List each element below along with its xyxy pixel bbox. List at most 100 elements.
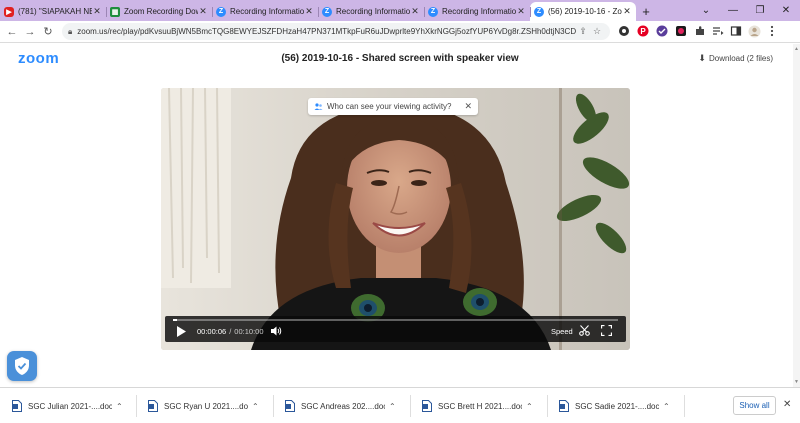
video-frame <box>161 88 630 350</box>
address-bar[interactable]: 🔒︎ zoom.us/rec/play/pdKvsuuBjWN5BmcTQG8E… <box>62 23 610 40</box>
divider <box>273 395 274 417</box>
download-filename: SGC Andreas 202....docx <box>301 401 385 411</box>
volume-icon[interactable] <box>271 326 282 336</box>
zoom-icon: Z <box>216 6 226 17</box>
progress-fill <box>173 319 178 321</box>
extension-icon[interactable] <box>674 24 688 38</box>
download-filename: SGC Julian 2021-....docx <box>28 401 112 411</box>
page-title: (56) 2019-10-16 - Shared screen with spe… <box>281 53 519 64</box>
people-icon <box>314 102 323 111</box>
time-display: 00:00:06 / 00:10:00 <box>197 327 264 336</box>
tab-label: (781) "SIAPAKAH NEN <box>18 7 92 16</box>
sidebar-icon[interactable] <box>729 24 743 38</box>
close-tab-icon[interactable]: ✕ <box>304 6 314 17</box>
share-icon[interactable]: ⇪ <box>576 26 590 37</box>
divider <box>547 395 548 417</box>
download-filename: SGC Ryan U 2021....docx <box>164 401 248 411</box>
reload-icon[interactable]: ↻ <box>39 23 57 41</box>
tab-label: (56) 2019-10-16 - Zo <box>548 7 622 16</box>
scroll-up-icon[interactable]: ▲ <box>793 46 800 52</box>
page-scrollbar[interactable]: ▲ ▼ <box>793 44 800 387</box>
scroll-down-icon[interactable]: ▼ <box>793 379 800 385</box>
player-controls: 00:00:06 / 00:10:00 Speed <box>165 316 626 342</box>
tab-recording-information-2[interactable]: Z Recording Informatio ✕ <box>318 2 424 21</box>
close-icon[interactable]: ✕ <box>464 101 472 112</box>
maximize-button[interactable]: ❐ <box>751 0 769 21</box>
forward-icon[interactable]: → <box>21 23 39 41</box>
media-list-icon[interactable] <box>711 24 725 38</box>
new-tab-button[interactable]: + <box>636 2 656 21</box>
bookmark-star-icon[interactable]: ☆ <box>590 26 604 37</box>
time-separator: / <box>229 327 232 336</box>
word-doc-icon <box>148 400 158 412</box>
puzzle-icon[interactable] <box>693 24 707 38</box>
extension-icon[interactable] <box>655 24 669 38</box>
chevron-up-icon[interactable]: ⌃ <box>526 402 533 411</box>
browser-window: ▶ (781) "SIAPAKAH NEN ✕ ▦ Zoom Recording… <box>0 0 800 423</box>
download-item[interactable]: SGC Ryan U 2021....docx ⌃ <box>148 394 259 418</box>
word-doc-icon <box>422 400 432 412</box>
download-filename: SGC Brett H 2021....docx <box>438 401 522 411</box>
download-filename: SGC Sadie 2021-....docx <box>575 401 659 411</box>
minimize-button[interactable]: — <box>724 0 742 21</box>
tab-recording-information-3[interactable]: Z Recording Informatio ✕ <box>424 2 530 21</box>
tab-zoom-recording-download[interactable]: ▦ Zoom Recording Dow ✕ <box>106 2 212 21</box>
fullscreen-icon[interactable] <box>601 325 612 336</box>
speed-button[interactable]: Speed <box>551 327 573 336</box>
show-all-button[interactable]: Show all <box>733 396 776 415</box>
download-item[interactable]: SGC Brett H 2021....docx ⌃ <box>422 394 533 418</box>
extension-icon[interactable] <box>617 24 631 38</box>
page-header: zoom (56) 2019-10-16 - Shared screen wit… <box>0 44 800 74</box>
close-tab-icon[interactable]: ✕ <box>622 6 632 17</box>
close-icon[interactable]: ✕ <box>783 399 791 410</box>
more-menu-icon[interactable] <box>765 24 779 38</box>
tab-label: Zoom Recording Dow <box>124 7 198 16</box>
close-tab-icon[interactable]: ✕ <box>92 6 102 17</box>
svg-text:P: P <box>640 27 646 36</box>
close-tab-icon[interactable]: ✕ <box>516 6 526 17</box>
word-doc-icon <box>12 400 22 412</box>
word-doc-icon <box>559 400 569 412</box>
play-icon[interactable] <box>177 325 187 337</box>
close-tab-icon[interactable]: ✕ <box>410 6 420 17</box>
download-item[interactable]: SGC Sadie 2021-....docx ⌃ <box>559 394 670 418</box>
youtube-icon: ▶ <box>4 6 14 17</box>
privacy-prompt[interactable]: Who can see your viewing activity? ✕ <box>308 98 478 115</box>
chevron-up-icon[interactable]: ⌃ <box>252 402 259 411</box>
tab-search-icon[interactable]: ⌄ <box>699 0 713 21</box>
divider <box>684 395 685 417</box>
back-icon[interactable]: ← <box>3 23 21 41</box>
divider <box>136 395 137 417</box>
tab-zoom-recording-active[interactable]: Z (56) 2019-10-16 - Zo ✕ <box>530 2 636 21</box>
lock-icon: 🔒︎ <box>68 26 73 36</box>
download-item[interactable]: SGC Andreas 202....docx ⌃ <box>285 394 396 418</box>
download-shelf: SGC Julian 2021-....docx ⌃ SGC Ryan U 20… <box>0 387 800 423</box>
zoom-icon: Z <box>428 6 438 17</box>
chevron-up-icon[interactable]: ⌃ <box>116 402 123 411</box>
download-label: Download (2 files) <box>708 54 773 63</box>
tab-label: Recording Informatio <box>336 7 410 16</box>
close-tab-icon[interactable]: ✕ <box>198 6 208 17</box>
pinterest-icon[interactable]: P <box>636 24 650 38</box>
tab-youtube[interactable]: ▶ (781) "SIAPAKAH NEN ✕ <box>0 2 106 21</box>
tab-recording-information-1[interactable]: Z Recording Informatio ✕ <box>212 2 318 21</box>
tab-label: Recording Informatio <box>230 7 304 16</box>
zoom-icon: Z <box>322 6 332 17</box>
download-button[interactable]: ⬇ Download (2 files) <box>698 53 773 64</box>
window-close-button[interactable]: ✕ <box>777 0 795 21</box>
scissors-icon[interactable] <box>579 325 590 336</box>
progress-bar[interactable] <box>173 319 618 321</box>
tab-strip: ▶ (781) "SIAPAKAH NEN ✕ ▦ Zoom Recording… <box>0 0 800 21</box>
avatar[interactable] <box>747 24 761 38</box>
duration: 00:10:00 <box>234 327 264 336</box>
chevron-up-icon[interactable]: ⌃ <box>663 402 670 411</box>
zoom-icon: Z <box>534 6 544 17</box>
download-icon: ⬇ <box>698 53 706 63</box>
video-player[interactable]: Who can see your viewing activity? ✕ 00:… <box>161 88 630 350</box>
word-doc-icon <box>285 400 295 412</box>
chevron-up-icon[interactable]: ⌃ <box>389 402 396 411</box>
divider <box>410 395 411 417</box>
shield-icon[interactable] <box>7 351 37 381</box>
download-item[interactable]: SGC Julian 2021-....docx ⌃ <box>12 394 123 418</box>
url-text: zoom.us/rec/play/pdKvsuuBjWN5BmcTQG8EWYE… <box>77 27 576 36</box>
